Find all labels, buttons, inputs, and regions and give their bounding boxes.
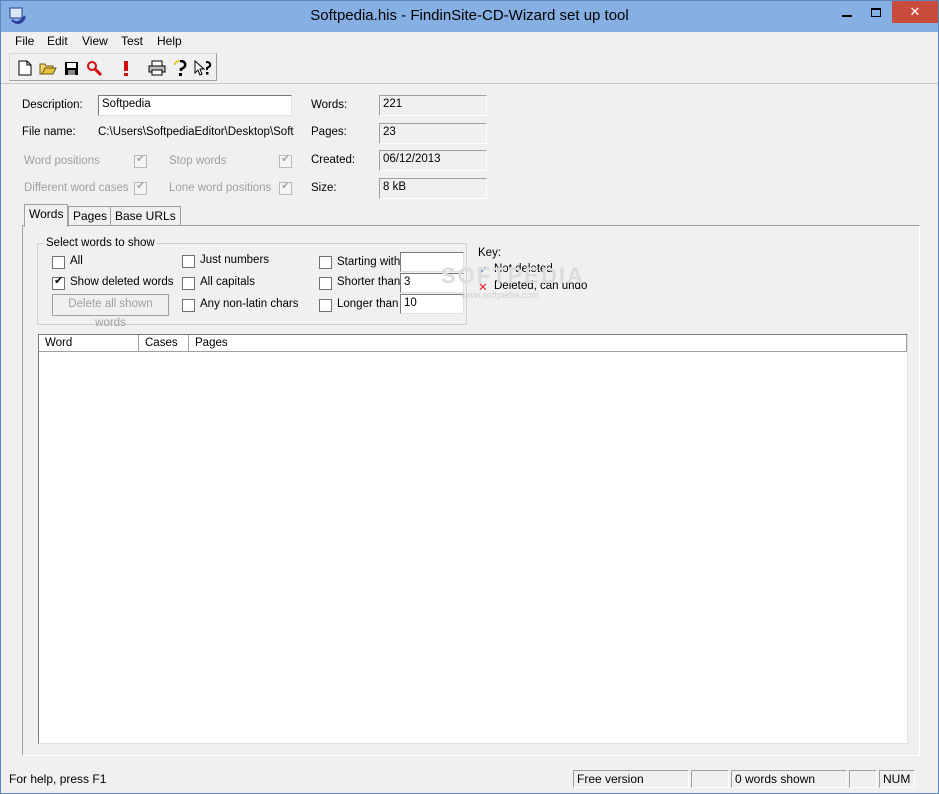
column-header-word[interactable]: Word	[39, 335, 139, 352]
size-value: 8 kB	[379, 178, 487, 199]
context-help-button[interactable]	[192, 57, 214, 79]
not-deleted-check-icon: ✓	[478, 265, 488, 277]
menu-help[interactable]: Help	[157, 34, 182, 48]
non-latin-checkbox[interactable]	[182, 299, 195, 312]
check-icon: ✔	[54, 275, 64, 287]
shorter-than-label: Shorter than	[337, 276, 401, 288]
open-button[interactable]	[37, 57, 59, 79]
filename-value: C:\Users\SoftpediaEditor\Desktop\Softp	[98, 126, 294, 138]
starting-with-label: Starting with	[337, 256, 401, 268]
find-button[interactable]	[83, 57, 105, 79]
minimize-button[interactable]	[833, 1, 861, 23]
new-file-icon	[18, 60, 32, 76]
check-icon: ✔	[281, 153, 291, 165]
all-label: All	[70, 255, 83, 267]
menu-bar: File Edit View Test Help	[1, 32, 938, 52]
key-not-deleted-label: Not deleted	[494, 263, 553, 275]
word-positions-checkbox[interactable]: ✔	[134, 153, 147, 168]
lone-positions-checkbox[interactable]: ✔	[279, 180, 292, 195]
tab-base-urls[interactable]: Base URLs	[110, 206, 181, 226]
save-icon	[64, 61, 78, 75]
words-label: Words:	[311, 99, 348, 111]
pages-label: Pages:	[311, 126, 347, 138]
different-cases-checkbox[interactable]: ✔	[134, 180, 147, 195]
search-icon	[87, 61, 102, 76]
toolbar-divider	[1, 83, 938, 84]
status-blank	[691, 770, 729, 788]
size-label: Size:	[311, 182, 337, 194]
created-date: 06/12/2013	[379, 150, 487, 171]
all-capitals-label: All capitals	[200, 276, 255, 288]
menu-test[interactable]: Test	[121, 34, 143, 48]
description-label: Description:	[22, 99, 83, 111]
tab-pages[interactable]: Pages	[68, 206, 113, 226]
status-bar: For help, press F1 Free version 0 words …	[1, 768, 938, 793]
open-folder-icon	[39, 63, 57, 74]
longer-than-input[interactable]: 10	[400, 294, 464, 314]
watermark-url: www.softpedia.com	[461, 290, 539, 300]
title-bar[interactable]: Softpedia.his - FindinSite-CD-Wizard set…	[1, 1, 938, 32]
check-icon: ✔	[136, 180, 146, 192]
print-button[interactable]	[146, 57, 168, 79]
status-words-shown: 0 words shown	[731, 770, 847, 788]
stop-words-checkbox[interactable]: ✔	[279, 153, 292, 168]
status-help-text: For help, press F1	[9, 772, 107, 786]
all-capitals-checkbox[interactable]	[182, 277, 195, 290]
longer-than-label: Longer than	[337, 298, 399, 310]
check-icon: ✔	[281, 180, 291, 192]
different-cases-label: Different word cases	[24, 182, 129, 194]
window-title: Softpedia.his - FindinSite-CD-Wizard set…	[310, 7, 629, 24]
run-icon	[124, 61, 128, 76]
key-title: Key:	[478, 247, 502, 259]
column-header-cases[interactable]: Cases	[139, 335, 189, 352]
just-numbers-label: Just numbers	[200, 254, 270, 266]
menu-view[interactable]: View	[82, 34, 108, 48]
check-icon: ✔	[136, 153, 146, 165]
starting-with-input[interactable]	[400, 252, 464, 272]
lone-positions-label: Lone word positions	[169, 182, 272, 194]
maximize-button[interactable]	[862, 1, 890, 23]
menu-edit[interactable]: Edit	[47, 34, 68, 48]
filename-label: File name:	[22, 126, 76, 138]
shorter-than-checkbox[interactable]	[319, 277, 332, 290]
pages-count: 23	[379, 123, 487, 144]
just-numbers-checkbox[interactable]	[182, 255, 195, 268]
status-num: NUM	[879, 770, 915, 788]
print-icon	[148, 60, 166, 76]
word-positions-label: Word positions	[24, 155, 100, 167]
new-file-button[interactable]	[14, 57, 36, 79]
show-deleted-label: Show deleted words	[70, 276, 174, 288]
help-button[interactable]	[169, 57, 191, 79]
toolbar	[9, 53, 217, 81]
status-version: Free version	[573, 770, 689, 788]
shorter-than-input[interactable]: 3	[400, 273, 464, 293]
status-blank-2	[849, 770, 877, 788]
menu-file[interactable]: File	[15, 34, 34, 48]
words-count: 221	[379, 95, 487, 116]
context-help-icon	[194, 60, 212, 76]
show-deleted-checkbox[interactable]: ✔	[52, 275, 65, 290]
delete-all-shown-button[interactable]: Delete all shown words	[52, 294, 169, 329]
close-button[interactable]: ✕	[892, 1, 938, 23]
help-icon	[174, 60, 187, 76]
starting-with-checkbox[interactable]	[319, 256, 332, 269]
run-button[interactable]	[115, 57, 137, 79]
tab-words[interactable]: Words	[24, 204, 69, 227]
longer-than-checkbox[interactable]	[319, 299, 332, 312]
words-list[interactable]: Word Cases Pages	[38, 334, 908, 744]
description-input[interactable]: Softpedia	[98, 95, 292, 116]
column-header-pages[interactable]: Pages	[189, 335, 907, 352]
save-button[interactable]	[60, 57, 82, 79]
maximize-icon	[871, 8, 881, 18]
non-latin-label: Any non-latin chars	[200, 298, 299, 310]
created-label: Created:	[311, 154, 356, 166]
stop-words-label: Stop words	[169, 155, 227, 167]
close-icon: ✕	[909, 4, 921, 19]
select-words-group-title: Select words to show	[44, 237, 157, 249]
minimize-icon	[842, 14, 852, 17]
app-window: Softpedia.his - FindinSite-CD-Wizard set…	[0, 0, 939, 794]
all-checkbox[interactable]	[52, 256, 65, 269]
